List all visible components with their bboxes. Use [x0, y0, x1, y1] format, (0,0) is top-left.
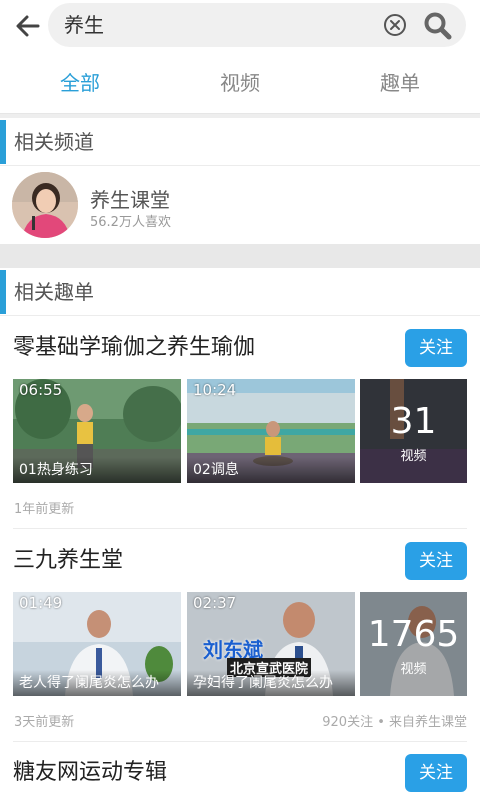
video-caption: 02调息 [187, 457, 355, 483]
section-accent-bar [0, 120, 6, 164]
follow-button[interactable]: 关注 [405, 542, 467, 580]
video-thumbnail[interactable]: 06:55 01热身练习 [13, 379, 181, 483]
channel-likes: 56.2万人喜欢 [90, 215, 171, 230]
channel-item[interactable]: 养生课堂 56.2万人喜欢 [0, 166, 480, 244]
playlist-card[interactable]: 糖友网运动专辑 关注 [0, 742, 480, 800]
channel-avatar [12, 172, 78, 238]
search-header: 养生 [0, 0, 480, 52]
tab-all[interactable]: 全部 [0, 52, 160, 114]
tab-videos[interactable]: 视频 [160, 52, 320, 114]
follow-button[interactable]: 关注 [405, 754, 467, 792]
section-accent-bar [0, 270, 6, 314]
video-thumbnail[interactable]: 02:37 刘东斌 北京宣武医院 孕妇得了阑尾炎怎么办 [187, 592, 355, 696]
search-input[interactable]: 养生 [64, 3, 104, 47]
clear-icon[interactable] [383, 13, 407, 37]
video-caption: 01热身练习 [13, 457, 181, 483]
playlist-stats: 920关注 • 来自养生课堂 [322, 715, 467, 730]
follow-button[interactable]: 关注 [405, 329, 467, 367]
playlist-title: 糖友网运动专辑 [13, 760, 168, 785]
result-tabs: 全部 视频 趣单 [0, 52, 480, 114]
channel-name: 养生课堂 [90, 188, 170, 212]
more-videos-tile[interactable]: 1765 视频 [360, 592, 467, 696]
section-title: 相关趣单 [14, 280, 94, 304]
section-header-playlists: 相关趣单 [0, 268, 480, 316]
video-duration: 02:37 [193, 594, 237, 612]
more-videos-tile[interactable]: 31 视频 [360, 379, 467, 483]
video-caption: 孕妇得了阑尾炎怎么办 [187, 670, 355, 696]
more-video-count: 31 [390, 401, 437, 442]
more-video-unit: 视频 [400, 662, 427, 677]
playlist-title: 零基础学瑜伽之养生瑜伽 [13, 335, 256, 360]
updated-time: 3天前更新 [14, 715, 75, 730]
section-header-channels: 相关频道 [0, 118, 480, 166]
more-video-unit: 视频 [400, 449, 427, 464]
video-duration: 10:24 [193, 381, 237, 399]
search-results-screen: 养生 全部 视频 趣单 相关频道 养生课堂 56.2万人喜欢 相关趣单 零基础学… [0, 0, 480, 800]
tab-playlists[interactable]: 趣单 [320, 52, 480, 114]
playlist-title: 三九养生堂 [13, 548, 124, 573]
divider [13, 528, 467, 529]
search-box[interactable]: 养生 [48, 3, 466, 47]
search-icon[interactable] [423, 11, 453, 41]
playlist-card[interactable]: 零基础学瑜伽之养生瑜伽 关注 06:55 01热身练习 10:24 02调息 3… [0, 317, 480, 529]
updated-time: 1年前更新 [14, 502, 75, 517]
video-duration: 06:55 [19, 381, 63, 399]
video-duration: 01:49 [19, 594, 63, 612]
more-video-count: 1765 [367, 614, 460, 655]
video-thumbnail[interactable]: 01:49 老人得了阑尾炎怎么办 [13, 592, 181, 696]
playlist-card[interactable]: 三九养生堂 关注 01:49 老人得了阑尾炎怎么办 02:37 刘东斌 孕妇得了… [0, 530, 480, 742]
video-caption: 老人得了阑尾炎怎么办 [13, 670, 181, 696]
section-title: 相关频道 [14, 130, 94, 154]
back-arrow-icon[interactable] [12, 10, 44, 42]
separator [0, 244, 480, 268]
video-thumbnail[interactable]: 10:24 02调息 [187, 379, 355, 483]
